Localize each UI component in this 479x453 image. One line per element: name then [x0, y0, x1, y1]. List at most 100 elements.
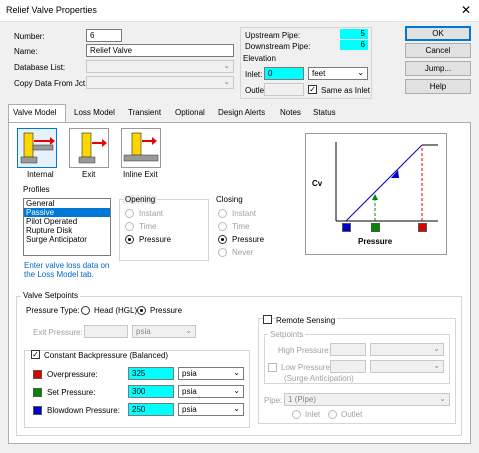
inlet-label: Inlet:: [245, 70, 263, 79]
number-field[interactable]: 6: [86, 29, 122, 42]
blowdown-pressure-unit-select[interactable]: psia ⌄: [178, 403, 244, 416]
tab-strip: Valve Model Loss Model Transient Optiona…: [8, 104, 471, 123]
cv-pressure-plot: [335, 142, 438, 222]
high-pressure-label: High Pressure:: [278, 346, 331, 355]
closing-never-label: Never: [232, 248, 254, 257]
remote-outlet-radio[interactable]: [328, 410, 337, 419]
overpressure-marker: [418, 223, 427, 232]
opening-title: Opening: [123, 195, 158, 204]
tab-valve-model[interactable]: Valve Model: [8, 104, 66, 122]
opening-pressure-radio[interactable]: [125, 235, 134, 244]
list-item[interactable]: General: [24, 199, 110, 208]
graph-pressure-label: Pressure: [358, 237, 393, 246]
tab-transient[interactable]: Transient: [124, 105, 165, 121]
pipe-select-value: 1 (Pipe): [288, 395, 317, 404]
pressure-type-pressure-label: Pressure: [150, 306, 183, 315]
valve-type-exit[interactable]: [69, 128, 109, 168]
upstream-pipe-field[interactable]: 5: [340, 29, 368, 39]
valve-type-internal-label: Internal: [27, 170, 54, 179]
graph-cv-label: Cv: [312, 179, 323, 188]
blowdown-marker: [342, 223, 351, 232]
outlet-elevation-field[interactable]: [264, 83, 304, 96]
closing-pressure-label: Pressure: [232, 235, 265, 244]
low-pressure-checkbox[interactable]: [268, 363, 277, 372]
chevron-down-icon: ⌄: [233, 404, 240, 413]
pressure-type-pressure-radio[interactable]: [137, 306, 146, 315]
set-pressure-color-swatch: [33, 388, 42, 397]
blowdown-pressure-unit-value: psia: [182, 405, 197, 414]
valve-setpoints-title: Valve Setpoints: [21, 291, 80, 300]
valve-type-inline-exit[interactable]: [121, 128, 161, 168]
overpressure-unit-select[interactable]: psia ⌄: [178, 367, 244, 380]
exit-pressure-label: Exit Pressure:: [33, 328, 83, 337]
elevation-unit-select[interactable]: feet ⌄: [308, 67, 368, 80]
copy-data-select[interactable]: ⌄: [86, 76, 234, 89]
tab-optional[interactable]: Optional: [171, 105, 209, 121]
opening-instant-radio[interactable]: [125, 209, 134, 218]
opening-time-label: Time: [139, 222, 157, 231]
low-pressure-field[interactable]: [330, 360, 366, 373]
set-marker: [371, 223, 380, 232]
list-item[interactable]: Rupture Disk: [24, 226, 110, 235]
cancel-button[interactable]: Cancel: [405, 43, 471, 58]
same-as-inlet-checkbox[interactable]: ✓: [308, 85, 317, 94]
internal-valve-icon: [20, 132, 55, 164]
inlet-elevation-field[interactable]: 0: [264, 67, 304, 80]
downstream-pipe-label: Downstream Pipe:: [245, 42, 311, 51]
closing-pressure-radio[interactable]: [218, 235, 227, 244]
tab-status[interactable]: Status: [309, 105, 340, 121]
list-item[interactable]: Surge Anticipator: [24, 235, 110, 244]
chevron-down-icon: ⌄: [185, 326, 192, 335]
exit-pressure-unit-select[interactable]: psia ⌄: [132, 325, 196, 338]
list-item[interactable]: Passive: [24, 208, 110, 217]
blowdown-pressure-label: Blowdown Pressure:: [47, 406, 120, 415]
set-arrow-icon: [372, 194, 378, 200]
elevation-title: Elevation: [243, 54, 276, 63]
head-hgl-radio[interactable]: [81, 306, 90, 315]
help-button[interactable]: Help: [405, 79, 471, 94]
set-pressure-unit-value: psia: [182, 387, 197, 396]
downstream-pipe-field[interactable]: 6: [340, 40, 368, 50]
valve-type-exit-label: Exit: [82, 170, 96, 179]
tab-loss-model[interactable]: Loss Model: [70, 105, 119, 121]
low-pressure-label: Low Pressure:: [281, 363, 333, 372]
pipe-select[interactable]: 1 (Pipe) ⌄: [284, 393, 450, 406]
database-list-select[interactable]: ⌄: [86, 60, 234, 73]
chevron-down-icon: ⌄: [433, 344, 440, 353]
closing-time-label: Time: [232, 222, 250, 231]
blowdown-arrow-icon: [391, 170, 399, 178]
pressure-type-label: Pressure Type:: [26, 306, 80, 315]
blowdown-pressure-field[interactable]: 250: [128, 403, 174, 416]
name-field[interactable]: Relief Valve: [86, 44, 234, 57]
opening-time-radio[interactable]: [125, 222, 134, 231]
blowdown-color-swatch: [33, 406, 42, 415]
chevron-down-icon: ⌄: [223, 61, 230, 70]
valve-type-internal[interactable]: [17, 128, 57, 168]
list-item[interactable]: Pilot Operated: [24, 217, 110, 226]
valve-type-inline-exit-label: Inline Exit: [123, 170, 158, 179]
set-pressure-field[interactable]: 300: [128, 385, 174, 398]
overpressure-label: Overpressure:: [47, 370, 98, 379]
closing-never-radio[interactable]: [218, 248, 227, 257]
remote-inlet-radio[interactable]: [292, 410, 301, 419]
remote-sensing-checkbox[interactable]: [263, 315, 272, 324]
exit-pressure-field[interactable]: [84, 325, 128, 338]
remote-sensing-title: Remote Sensing: [276, 316, 338, 325]
closing-instant-radio[interactable]: [218, 209, 227, 218]
profiles-list[interactable]: General Passive Pilot Operated Rupture D…: [23, 198, 111, 256]
surge-anticipation-label: (Surge Anticipation): [284, 374, 354, 383]
set-pressure-unit-select[interactable]: psia ⌄: [178, 385, 244, 398]
ok-button[interactable]: OK: [405, 26, 471, 41]
overpressure-field[interactable]: 325: [128, 367, 174, 380]
tab-notes[interactable]: Notes: [276, 105, 305, 121]
jump-button[interactable]: Jump...: [405, 61, 471, 76]
low-pressure-unit-select[interactable]: ⌄: [370, 360, 444, 373]
closing-time-radio[interactable]: [218, 222, 227, 231]
close-icon[interactable]: ✕: [461, 3, 471, 17]
chevron-down-icon: ⌄: [233, 386, 240, 395]
constant-backpressure-checkbox[interactable]: ✓: [31, 350, 40, 359]
high-pressure-unit-select[interactable]: ⌄: [370, 343, 444, 356]
high-pressure-field[interactable]: [330, 343, 366, 356]
tab-design-alerts[interactable]: Design Alerts: [214, 105, 269, 121]
closing-instant-label: Instant: [232, 209, 257, 218]
